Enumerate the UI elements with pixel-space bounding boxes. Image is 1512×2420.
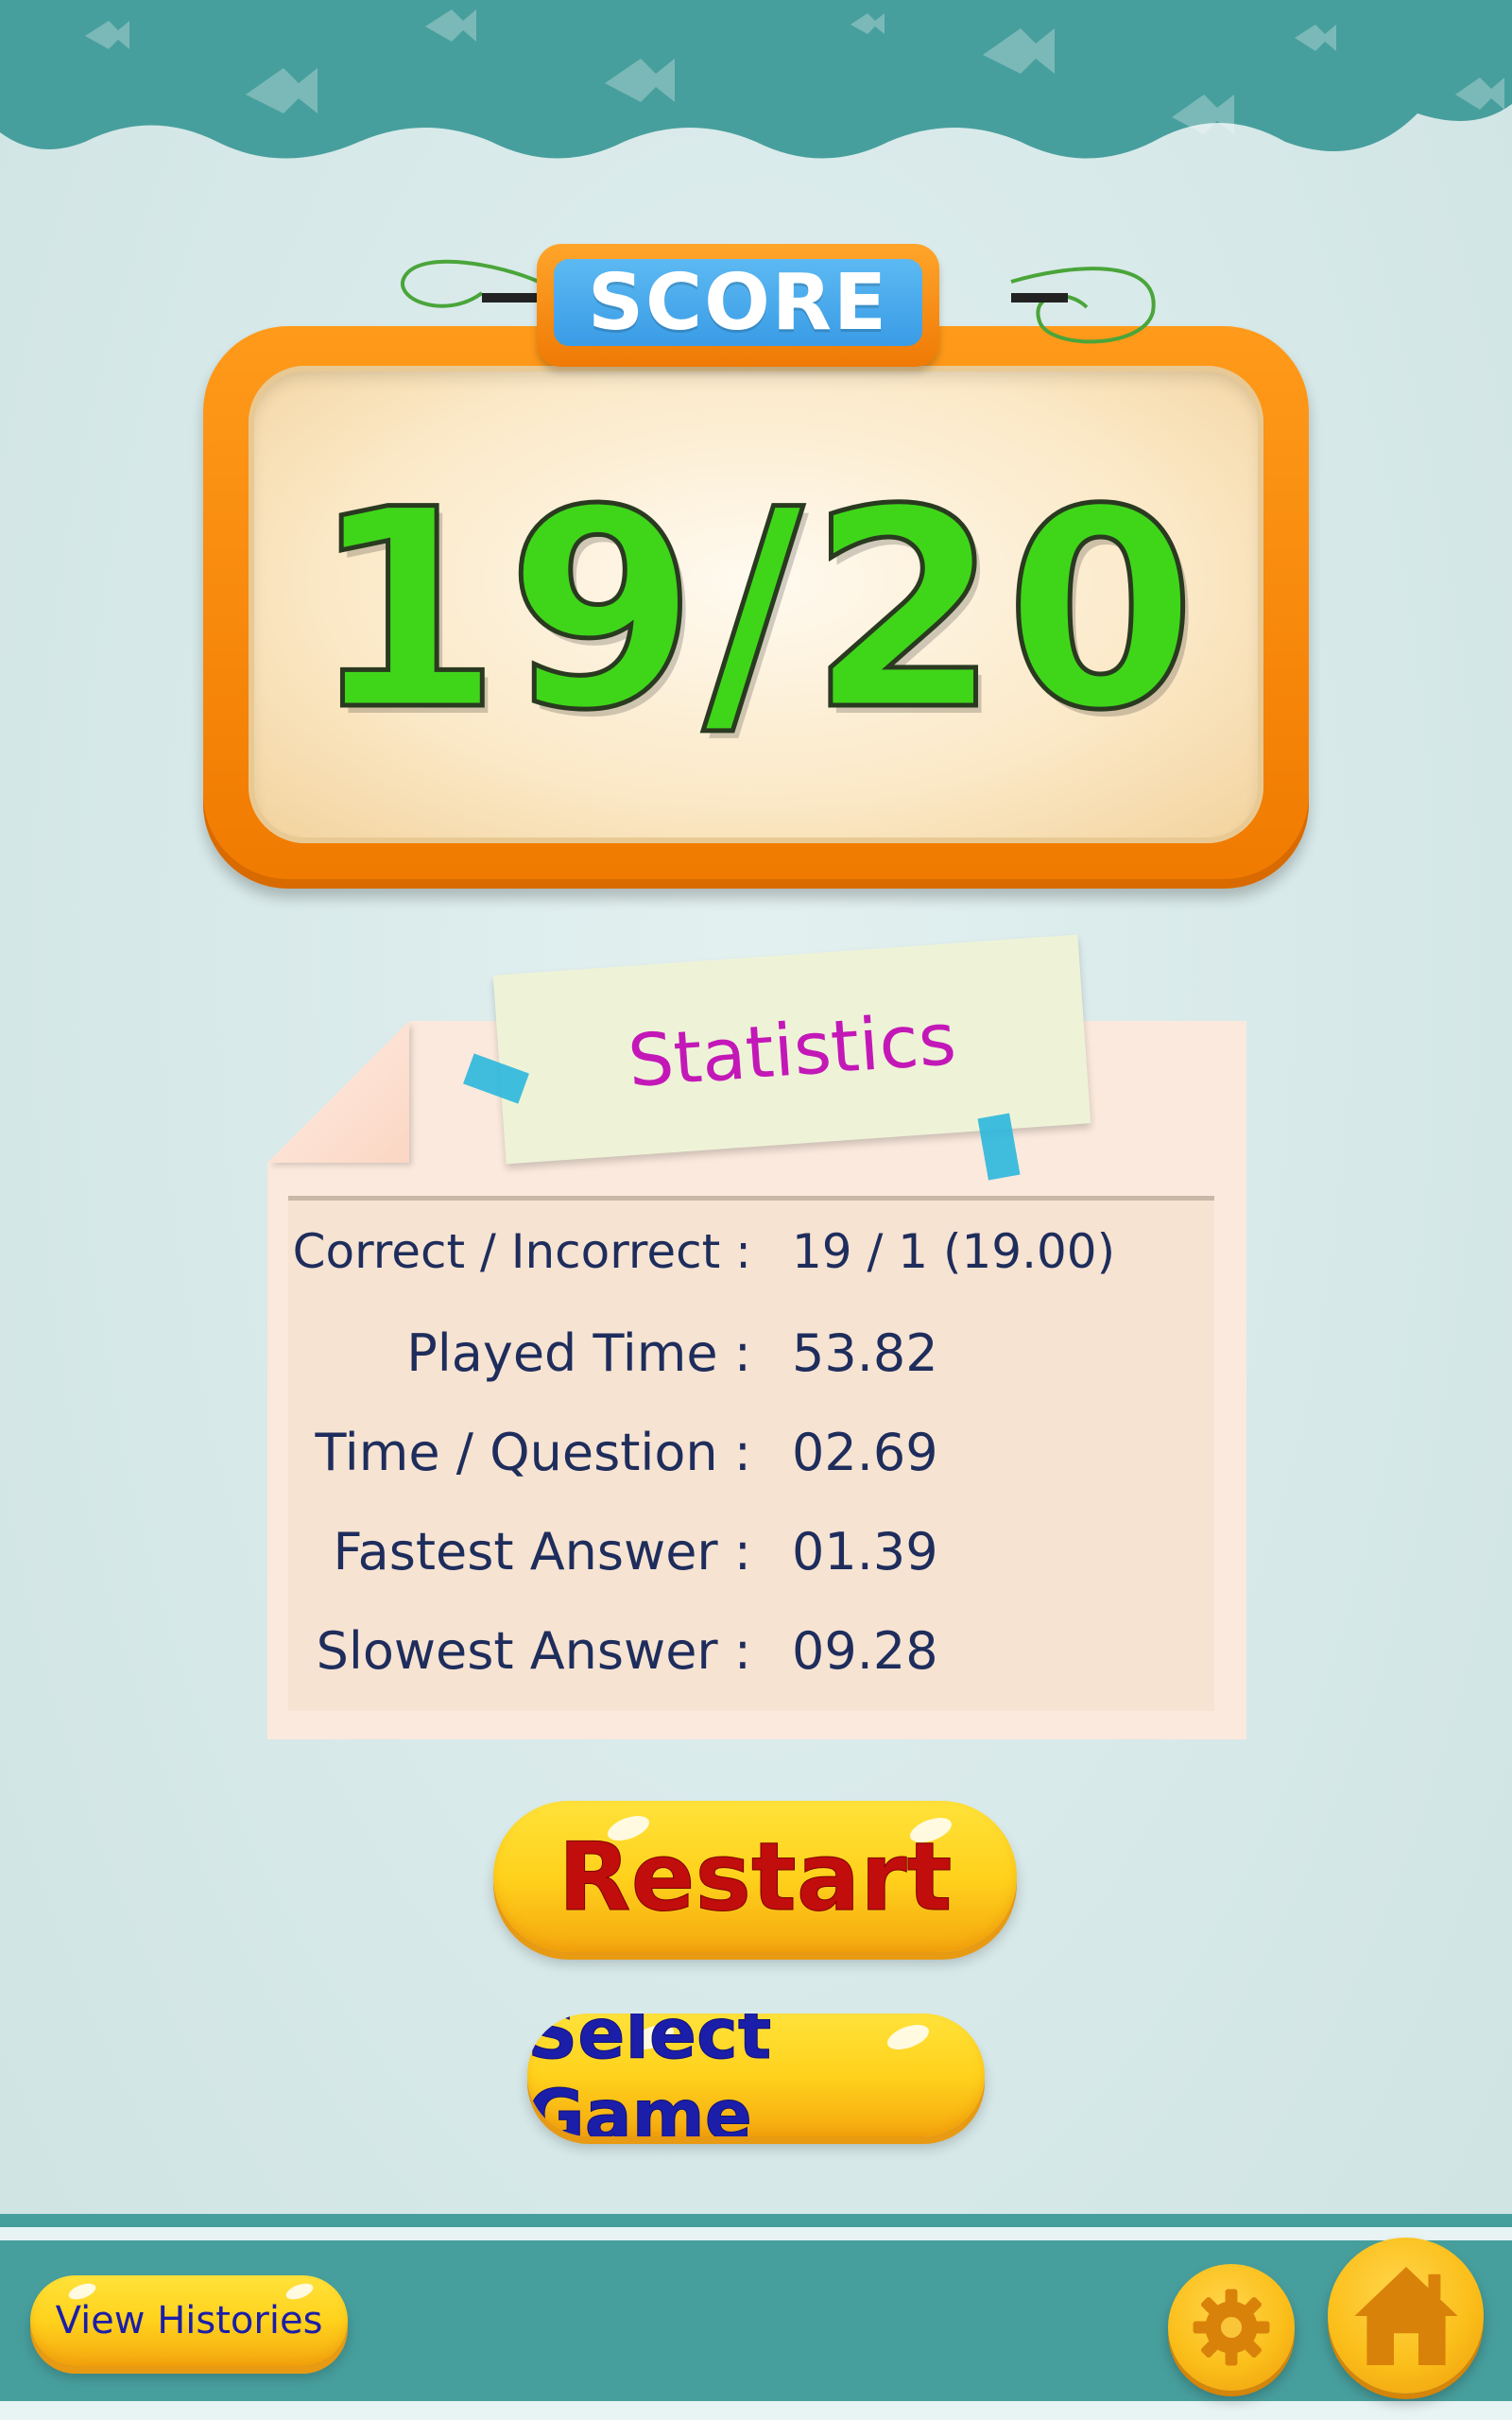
view-histories-label: View Histories: [55, 2299, 323, 2342]
restart-button[interactable]: Restart: [493, 1801, 1017, 1952]
home-icon: [1353, 2266, 1458, 2365]
stat-row-slowest-answer: Slowest Answer : 09.28: [288, 1621, 1214, 1706]
top-wave-band: [0, 0, 1512, 159]
stat-value: 09.28: [792, 1621, 938, 1681]
score-tag-label: SCORE: [554, 258, 922, 348]
home-button[interactable]: [1328, 2238, 1484, 2394]
stat-label: Fastest Answer :: [333, 1522, 751, 1582]
select-game-button[interactable]: Select Game: [527, 2014, 985, 2136]
stat-value: 01.39: [792, 1522, 938, 1582]
score-panel: 19/20: [249, 366, 1263, 843]
stat-row-correct-incorrect: Correct / Incorrect : 19 / 1 (19.00): [288, 1224, 1214, 1309]
score-value: 19/20: [308, 452, 1202, 770]
select-game-label: Select Game: [527, 2014, 772, 2136]
stat-value: 53.82: [792, 1323, 938, 1383]
stat-value: 19 / 1 (19.00): [792, 1224, 1116, 1279]
stat-label: Correct / Incorrect :: [292, 1224, 751, 1279]
score-board: 19/20: [203, 326, 1309, 889]
gear-icon: [1193, 2289, 1270, 2366]
stat-row-fastest-answer: Fastest Answer : 01.39: [288, 1522, 1214, 1607]
stat-row-played-time: Played Time : 53.82: [288, 1323, 1214, 1409]
stat-label: Slowest Answer :: [316, 1621, 751, 1681]
view-histories-button[interactable]: View Histories: [30, 2275, 348, 2366]
bottom-stripe-light: [0, 2227, 1512, 2240]
stat-label: Played Time :: [406, 1323, 751, 1383]
stat-row-time-per-question: Time / Question : 02.69: [288, 1423, 1214, 1508]
bottom-stripe-top: [0, 2214, 1512, 2227]
statistics-title: Statistics: [625, 995, 959, 1103]
stat-value: 02.69: [792, 1423, 938, 1482]
paper-fold: [267, 1021, 409, 1163]
settings-button[interactable]: [1168, 2264, 1295, 2391]
restart-label: Restart: [558, 1821, 953, 1932]
bottom-stripe-bottom: [0, 2401, 1512, 2420]
score-tag: SCORE: [537, 244, 939, 367]
stat-label: Time / Question :: [315, 1423, 751, 1482]
